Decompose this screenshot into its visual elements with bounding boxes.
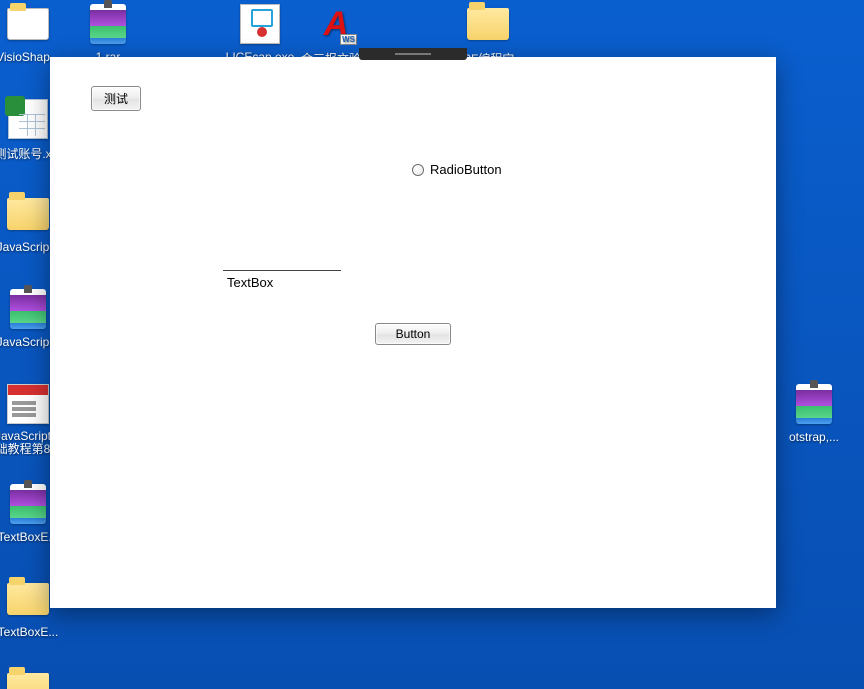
folder-icon (4, 665, 52, 689)
exe-icon (236, 0, 284, 48)
rar-icon (4, 480, 52, 528)
rar-icon (790, 380, 838, 428)
desktop-icon-partial[interactable] (0, 665, 66, 689)
window-grip-icon[interactable] (359, 48, 467, 60)
folder-icon (4, 190, 52, 238)
rar-icon (84, 0, 132, 48)
radio-circle-icon (412, 164, 424, 176)
desktop-icon-rar-right[interactable]: otstrap,... (776, 380, 852, 444)
document-icon (4, 380, 52, 428)
folder-icon (4, 575, 52, 623)
desktop-icon-label: TextBoxE... (0, 625, 58, 639)
rar-icon (4, 285, 52, 333)
desktop-icon-label: otstrap,... (789, 430, 839, 444)
desktop-icon-visioshape[interactable]: VisioShap... (0, 0, 66, 64)
radio-label: RadioButton (430, 162, 502, 177)
desktop: VisioShap... 测试账号.x... JavaScrip... Java… (0, 0, 864, 689)
test-button[interactable]: 测试 (91, 86, 141, 111)
app-window: 测试 RadioButton Button (50, 57, 776, 608)
desktop-icon-licecap[interactable]: LICEcap.exe (222, 0, 298, 64)
folder-icon (464, 0, 512, 48)
file-icon (4, 0, 52, 48)
app-icon (312, 0, 360, 48)
excel-icon (4, 95, 52, 143)
generic-button[interactable]: Button (375, 323, 451, 345)
radio-button[interactable]: RadioButton (412, 162, 502, 177)
textbox-input[interactable] (223, 270, 341, 292)
desktop-icon-1rar[interactable]: 1.rar (70, 0, 146, 64)
